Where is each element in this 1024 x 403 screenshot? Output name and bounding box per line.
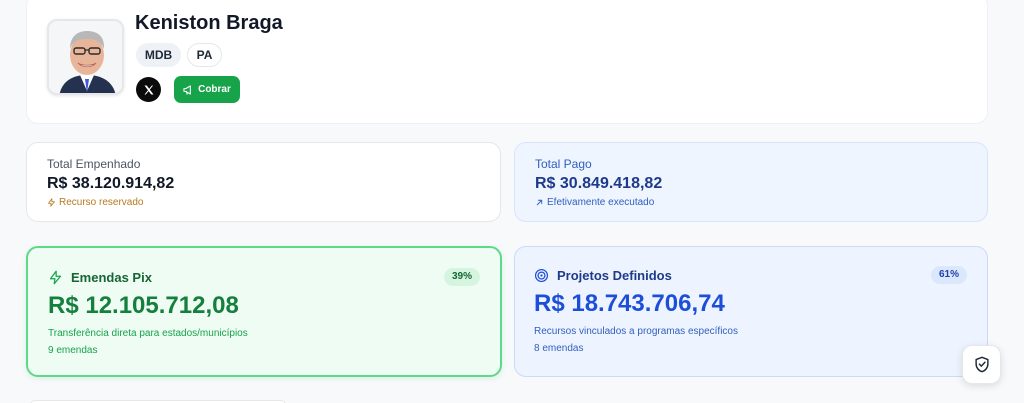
cobrar-label: Cobrar bbox=[198, 84, 231, 95]
projetos-definidos-header: Projetos Definidos bbox=[534, 268, 672, 283]
avatar bbox=[47, 19, 124, 95]
total-pago-note-text: Efetivamente executado bbox=[547, 197, 655, 208]
shield-check-icon bbox=[974, 356, 989, 373]
megaphone-icon bbox=[183, 84, 191, 95]
politician-name: Keniston Braga bbox=[135, 12, 283, 34]
x-logo-icon bbox=[144, 85, 153, 94]
emendas-pix-description: Transferência direta para estados/municí… bbox=[48, 328, 248, 339]
total-pago-value: R$ 30.849.418,82 bbox=[535, 175, 663, 192]
emendas-pix-card: Emendas Pix 39% R$ 12.105.712,08 Transfe… bbox=[26, 246, 502, 377]
projetos-definidos-value: R$ 18.743.706,74 bbox=[534, 290, 725, 317]
privacy-shield-button[interactable] bbox=[962, 345, 1001, 384]
total-pago-note: Efetivamente executado bbox=[535, 197, 654, 208]
projetos-definidos-title: Projetos Definidos bbox=[557, 268, 672, 283]
projetos-definidos-count: 8 emendas bbox=[534, 343, 584, 354]
lightning-icon bbox=[48, 198, 55, 207]
projetos-definidos-percent-badge: 61% bbox=[930, 266, 967, 284]
total-empenhado-card: Total Empenhado R$ 38.120.914,82 Recurso… bbox=[26, 142, 501, 222]
emendas-pix-value: R$ 12.105.712,08 bbox=[48, 292, 239, 319]
emendas-pix-percent-badge: 39% bbox=[443, 268, 480, 286]
avatar-photo bbox=[49, 21, 122, 93]
target-icon bbox=[534, 268, 549, 283]
total-empenhado-label: Total Empenhado bbox=[47, 157, 141, 171]
page: Keniston Braga MDB PA Cobrar Total Empen… bbox=[0, 0, 1024, 403]
state-badge: PA bbox=[187, 43, 222, 67]
arrow-up-right-icon bbox=[536, 199, 543, 206]
emendas-pix-count: 9 emendas bbox=[48, 345, 98, 356]
x-profile-link[interactable] bbox=[136, 77, 161, 102]
party-badge: MDB bbox=[136, 43, 181, 67]
total-empenhado-note: Recurso reservado bbox=[47, 197, 143, 208]
total-empenhado-value: R$ 38.120.914,82 bbox=[47, 175, 175, 192]
total-empenhado-note-text: Recurso reservado bbox=[59, 197, 144, 208]
lightning-icon bbox=[49, 270, 62, 285]
projetos-definidos-description: Recursos vinculados a programas específi… bbox=[534, 326, 738, 337]
cobrar-button[interactable]: Cobrar bbox=[174, 76, 240, 103]
total-pago-card: Total Pago R$ 30.849.418,82 Efetivamente… bbox=[514, 142, 988, 222]
profile-card: Keniston Braga MDB PA Cobrar bbox=[26, 0, 988, 124]
emendas-pix-header: Emendas Pix bbox=[48, 270, 152, 285]
emendas-pix-title: Emendas Pix bbox=[71, 270, 152, 285]
total-pago-label: Total Pago bbox=[535, 157, 592, 171]
projetos-definidos-card: Projetos Definidos 61% R$ 18.743.706,74 … bbox=[514, 246, 988, 377]
